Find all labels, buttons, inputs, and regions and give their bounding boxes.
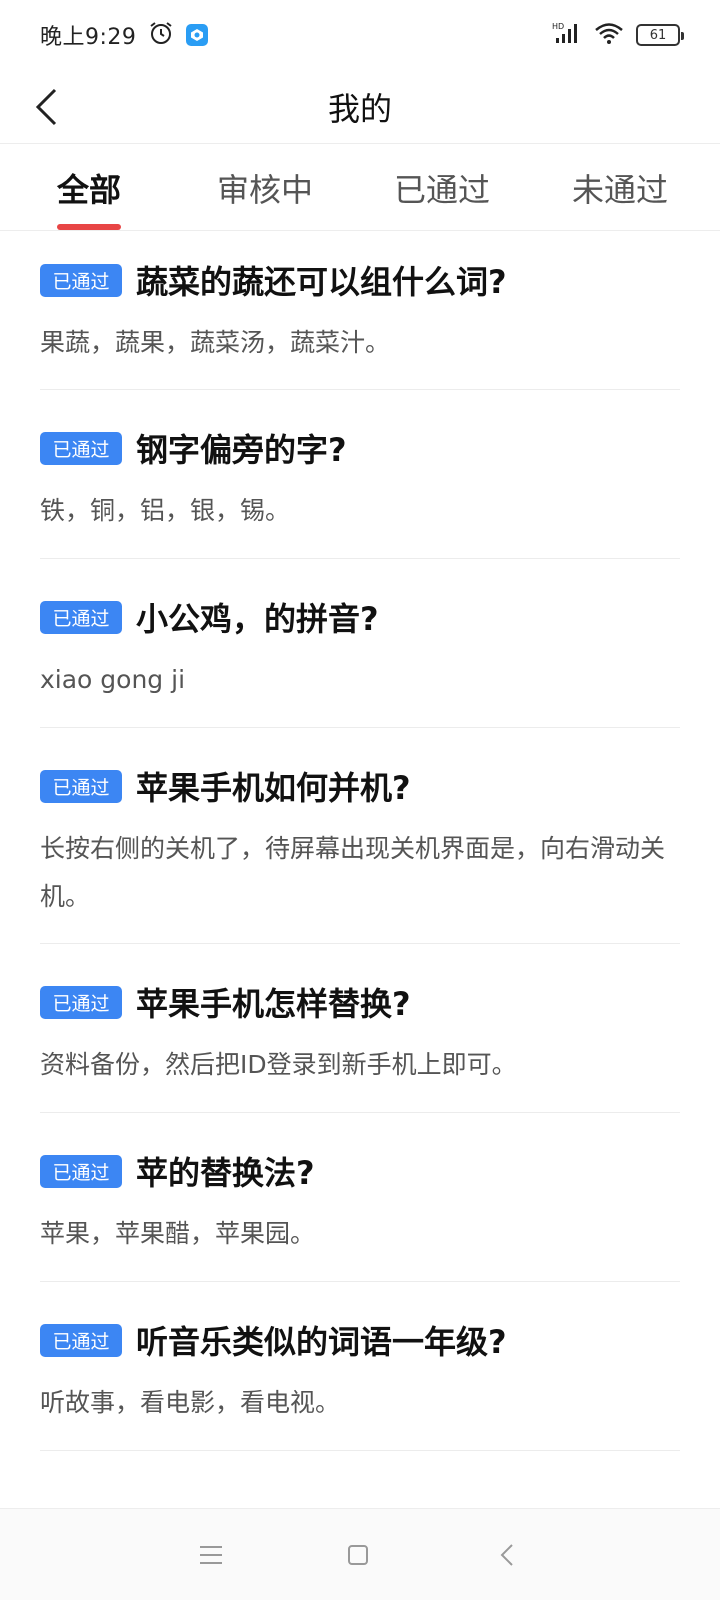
- item-title-row: 已通过 听音乐类似的词语一年级?: [40, 1317, 680, 1363]
- status-badge: 已通过: [40, 1154, 122, 1188]
- menu-button[interactable]: [181, 1527, 241, 1583]
- tab-all[interactable]: 全部: [9, 145, 169, 231]
- item-title-row: 已通过 小公鸡，的拼音?: [40, 594, 680, 640]
- status-bar: 晚上9:29 HD 61: [0, 0, 720, 70]
- item-title-row: 已通过 苹果手机如何并机?: [40, 763, 680, 809]
- page-title: 我的: [327, 89, 392, 128]
- tab-approved[interactable]: 已通过: [362, 145, 522, 231]
- item-answer: 果蔬，蔬果，蔬菜汤，蔬菜汁。: [40, 328, 391, 357]
- item-title-row: 已通过 钢字偏旁的字?: [40, 425, 680, 471]
- item-title: 苹果手机怎样替换?: [136, 985, 411, 1023]
- item-title: 小公鸡，的拼音?: [136, 600, 379, 638]
- tab-rejected[interactable]: 未通过: [540, 145, 700, 231]
- signal-icon: HD: [552, 21, 582, 49]
- item-answer: 听故事，看电影，看电视。: [40, 1388, 341, 1417]
- menu-icon: [200, 1546, 222, 1564]
- item-title: 蔬菜的蔬还可以组什么词?: [136, 263, 507, 301]
- wifi-icon: [594, 21, 624, 49]
- item-answer: 长按右侧的关机了，待屏幕出现关机界面是，向右滑动关机。: [40, 834, 666, 911]
- list-item[interactable]: 已通过 小公鸡，的拼音? xiao gong ji: [40, 559, 680, 728]
- item-title-row: 已通过 蔬菜的蔬还可以组什么词?: [40, 257, 680, 303]
- svg-text:HD: HD: [552, 22, 564, 31]
- battery-icon: 61: [636, 24, 684, 46]
- item-title: 苹果手机如何并机?: [136, 769, 411, 807]
- list-item[interactable]: 已通过 苹果手机如何并机? 长按右侧的关机了，待屏幕出现关机界面是，向右滑动关机…: [40, 728, 680, 944]
- answer-list: 已通过 蔬菜的蔬还可以组什么词? 果蔬，蔬果，蔬菜汤，蔬菜汁。 已通过 钢字偏旁…: [40, 231, 680, 1451]
- status-time: 晚上9:29: [40, 25, 137, 50]
- alarm-icon: [148, 20, 174, 50]
- tab-label: 已通过: [393, 171, 490, 209]
- status-left: 晚上9:29: [40, 19, 209, 51]
- system-nav-bar: [0, 1508, 720, 1600]
- list-item[interactable]: 已通过 蔬菜的蔬还可以组什么词? 果蔬，蔬果，蔬菜汤，蔬菜汁。: [40, 231, 680, 390]
- tab-label: 未通过: [571, 171, 668, 209]
- status-badge: 已通过: [40, 600, 122, 634]
- home-button[interactable]: [328, 1527, 388, 1583]
- status-badge: 已通过: [40, 985, 122, 1019]
- status-badge: 已通过: [40, 1323, 122, 1357]
- list-item[interactable]: 已通过 钢字偏旁的字? 铁，铜，铝，银，锡。: [40, 390, 680, 559]
- list-item[interactable]: 已通过 听音乐类似的词语一年级? 听故事，看电影，看电视。: [40, 1282, 680, 1451]
- back-icon: [500, 1544, 513, 1566]
- home-icon: [348, 1545, 368, 1565]
- tab-reviewing[interactable]: 审核中: [185, 145, 345, 231]
- nav-back-button[interactable]: [477, 1527, 537, 1583]
- item-answer: xiao gong ji: [40, 665, 186, 694]
- status-badge: 已通过: [40, 769, 122, 803]
- tab-label: 审核中: [216, 171, 313, 209]
- app-icon: [186, 24, 209, 46]
- header: 我的: [0, 70, 720, 144]
- battery-level: 61: [649, 27, 667, 43]
- active-tab-indicator: [57, 224, 121, 230]
- status-badge: 已通过: [40, 431, 122, 465]
- item-title: 苹的替换法?: [136, 1154, 315, 1192]
- status-right: HD 61: [552, 21, 684, 49]
- list-item[interactable]: 已通过 苹的替换法? 苹果，苹果醋，苹果园。: [40, 1113, 680, 1282]
- tab-bar: 全部 审核中 已通过 未通过: [0, 145, 720, 231]
- tab-label: 全部: [56, 171, 121, 209]
- screen: 晚上9:29 HD 61 我的 全部 审核中 已通过 未通过 已通过 蔬菜的蔬还…: [0, 0, 720, 1600]
- back-button[interactable]: [22, 80, 72, 134]
- status-badge: 已通过: [40, 263, 122, 297]
- item-title-row: 已通过 苹的替换法?: [40, 1148, 680, 1194]
- item-answer: 苹果，苹果醋，苹果园。: [40, 1219, 316, 1248]
- list-item[interactable]: 已通过 苹果手机怎样替换? 资料备份，然后把ID登录到新手机上即可。: [40, 944, 680, 1113]
- chevron-left-icon: [35, 88, 57, 126]
- item-title-row: 已通过 苹果手机怎样替换?: [40, 979, 680, 1025]
- item-title: 听音乐类似的词语一年级?: [136, 1323, 507, 1361]
- item-title: 钢字偏旁的字?: [136, 431, 347, 469]
- item-answer: 资料备份，然后把ID登录到新手机上即可。: [40, 1050, 517, 1079]
- item-answer: 铁，铜，铝，银，锡。: [40, 496, 291, 525]
